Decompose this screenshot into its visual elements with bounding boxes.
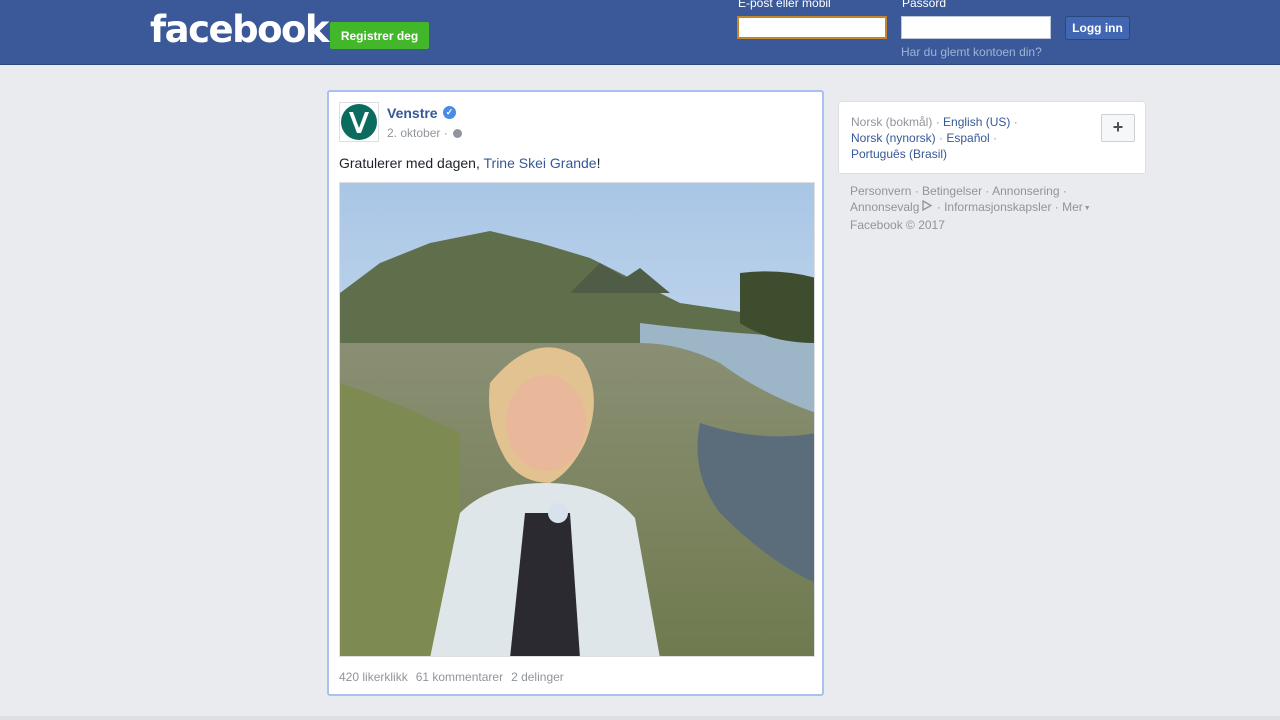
post-date[interactable]: 2. oktober <box>387 126 440 140</box>
email-label: E-post eller mobil <box>738 0 831 10</box>
dropdown-caret-icon[interactable]: ▼ <box>1084 205 1091 212</box>
facebook-logo[interactable]: facebook <box>150 8 330 52</box>
top-navigation-bar: facebook Registrer deg E-post eller mobi… <box>0 0 1280 65</box>
language-link-english[interactable]: English (US) <box>943 115 1010 129</box>
comments-count[interactable]: 61 kommentarer <box>416 670 503 684</box>
footer-link-advertising[interactable]: Annonsering <box>992 184 1059 198</box>
password-input[interactable] <box>901 16 1051 39</box>
post-photo[interactable] <box>339 182 815 657</box>
post-text-end: ! <box>596 155 601 171</box>
language-selector-box: Norsk (bokmål) · English (US) · Norsk (n… <box>838 101 1146 174</box>
photo-illustration <box>340 183 814 656</box>
page-name-link[interactable]: Venstre <box>387 105 438 121</box>
footer-link-more[interactable]: Mer <box>1062 200 1083 214</box>
post-meta: 2. oktober · <box>387 126 463 140</box>
footer-link-privacy[interactable]: Personvern <box>850 184 911 198</box>
shares-count[interactable]: 2 delinger <box>511 670 564 684</box>
plus-icon: + <box>1112 117 1124 137</box>
verified-badge-icon: ✓ <box>443 106 456 119</box>
login-button[interactable]: Logg inn <box>1065 16 1130 40</box>
post-text-start: Gratulerer med dagen, <box>339 155 484 171</box>
footer-link-terms[interactable]: Betingelser <box>922 184 982 198</box>
language-link-spanish[interactable]: Español <box>946 131 989 145</box>
bottom-divider <box>0 716 1280 720</box>
globe-icon <box>453 129 463 138</box>
copyright-text: Facebook © 2017 <box>850 218 945 232</box>
footer-link-cookies[interactable]: Informasjonskapsler <box>944 200 1051 214</box>
email-input[interactable] <box>737 16 887 39</box>
more-languages-button[interactable]: + <box>1101 114 1135 142</box>
language-link-nynorsk[interactable]: Norsk (nynorsk) <box>851 131 936 145</box>
post-card: Venstre ✓ 2. oktober · Gratulerer med da… <box>327 90 824 696</box>
adchoices-icon <box>922 199 933 212</box>
venstre-logo-icon <box>341 104 377 140</box>
mention-link[interactable]: Trine Skei Grande <box>484 155 597 171</box>
forgot-account-link[interactable]: Har du glemt kontoen din? <box>901 45 1042 59</box>
password-label: Passord <box>902 0 947 10</box>
post-stats: 420 likerklikk 61 kommentarer 2 delinger <box>339 670 572 684</box>
language-link-portuguese[interactable]: Português (Brasil) <box>851 147 947 161</box>
footer-links: Personvern · Betingelser · Annonsering ·… <box>850 184 1091 232</box>
register-button[interactable]: Registrer deg <box>330 22 429 49</box>
likes-count[interactable]: 420 likerklikk <box>339 670 408 684</box>
post-text: Gratulerer med dagen, Trine Skei Grande! <box>339 155 600 171</box>
current-language: Norsk (bokmål) <box>851 115 933 129</box>
page-avatar[interactable] <box>339 102 379 142</box>
footer-link-adchoices[interactable]: Annonsevalg <box>850 200 919 214</box>
meta-separator: · <box>443 126 452 140</box>
